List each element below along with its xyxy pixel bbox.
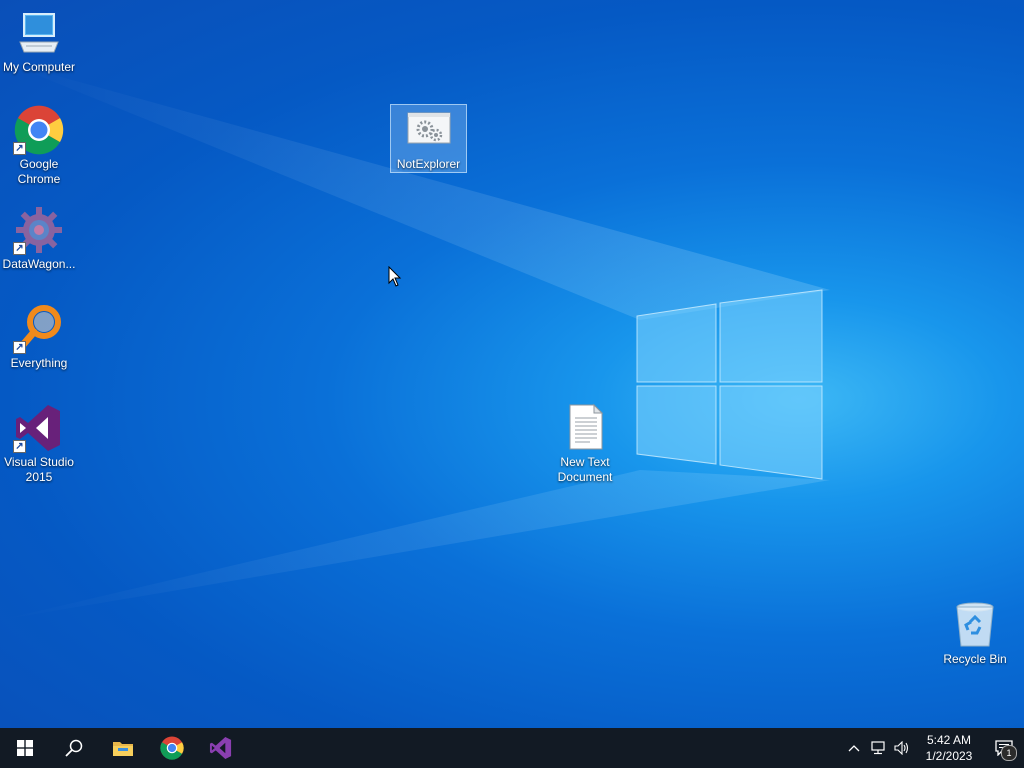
clock[interactable]: 5:42 AM 1/2/2023 [914, 732, 984, 764]
new-text-document-desktop-icon[interactable]: New Text Document [546, 403, 624, 485]
text-document-icon [560, 403, 610, 453]
mouse-cursor-icon [388, 266, 402, 287]
search-button[interactable] [49, 728, 98, 768]
icon-label: Visual Studio 2015 [4, 455, 74, 484]
wallpaper-windows-logo [636, 289, 823, 480]
show-hidden-icons-button[interactable] [842, 728, 866, 768]
notexplorer-desktop-icon[interactable]: NotExplorer [390, 104, 467, 173]
chrome-taskbar-button[interactable] [147, 728, 196, 768]
visual-studio-taskbar-button[interactable] [196, 728, 245, 768]
start-icon [16, 740, 33, 756]
wallpaper-light-beams [0, 60, 830, 620]
speaker-icon [894, 741, 909, 755]
volume-button[interactable] [890, 728, 914, 768]
datawagon-gear-icon: ↗ [13, 205, 64, 255]
icon-label: DataWagon... [2, 257, 76, 271]
network-button[interactable] [866, 728, 890, 768]
recycle-bin-icon [950, 600, 1000, 650]
recycle-bin-desktop-icon[interactable]: Recycle Bin [936, 600, 1014, 667]
chevron-up-icon [848, 745, 860, 752]
visual-studio-2015-desktop-icon[interactable]: ↗ Visual Studio 2015 [0, 403, 78, 485]
magnifier-icon: ↗ [13, 304, 64, 354]
shortcut-arrow-icon: ↗ [13, 341, 26, 354]
application-gears-icon [404, 105, 454, 155]
action-center-button[interactable]: 1 [984, 728, 1024, 768]
visual-studio-icon [209, 736, 231, 760]
notification-count-badge: 1 [1001, 745, 1017, 761]
my-computer-desktop-icon[interactable]: My Computer [0, 8, 78, 75]
search-icon [64, 739, 82, 757]
start-button[interactable] [0, 728, 49, 768]
icon-label: Everything [10, 356, 68, 370]
icon-label: NotExplorer [396, 157, 461, 171]
file-explorer-taskbar-button[interactable] [98, 728, 147, 768]
shortcut-arrow-icon: ↗ [13, 142, 26, 155]
computer-icon [14, 8, 64, 58]
google-chrome-desktop-icon[interactable]: ↗ Google Chrome [0, 105, 78, 187]
system-tray: 5:42 AM 1/2/2023 1 [842, 728, 1024, 768]
visual-studio-icon: ↗ [13, 403, 64, 453]
clock-time: 5:42 AM [926, 733, 972, 747]
file-explorer-icon [112, 742, 133, 756]
shortcut-arrow-icon: ↗ [13, 440, 26, 453]
icon-label: New Text Document [557, 455, 613, 484]
icon-label: My Computer [2, 60, 76, 74]
taskbar: 5:42 AM 1/2/2023 1 [0, 728, 1024, 768]
shortcut-arrow-icon: ↗ [13, 242, 26, 255]
chrome-icon: ↗ [13, 105, 64, 155]
network-icon [871, 741, 885, 755]
clock-date: 1/2/2023 [925, 749, 973, 763]
datawagon-desktop-icon[interactable]: ↗ DataWagon... [0, 205, 78, 272]
icon-label: Google Chrome [17, 157, 61, 186]
chrome-icon [159, 736, 184, 760]
icon-label: Recycle Bin [943, 652, 1007, 666]
everything-desktop-icon[interactable]: ↗ Everything [0, 304, 78, 371]
